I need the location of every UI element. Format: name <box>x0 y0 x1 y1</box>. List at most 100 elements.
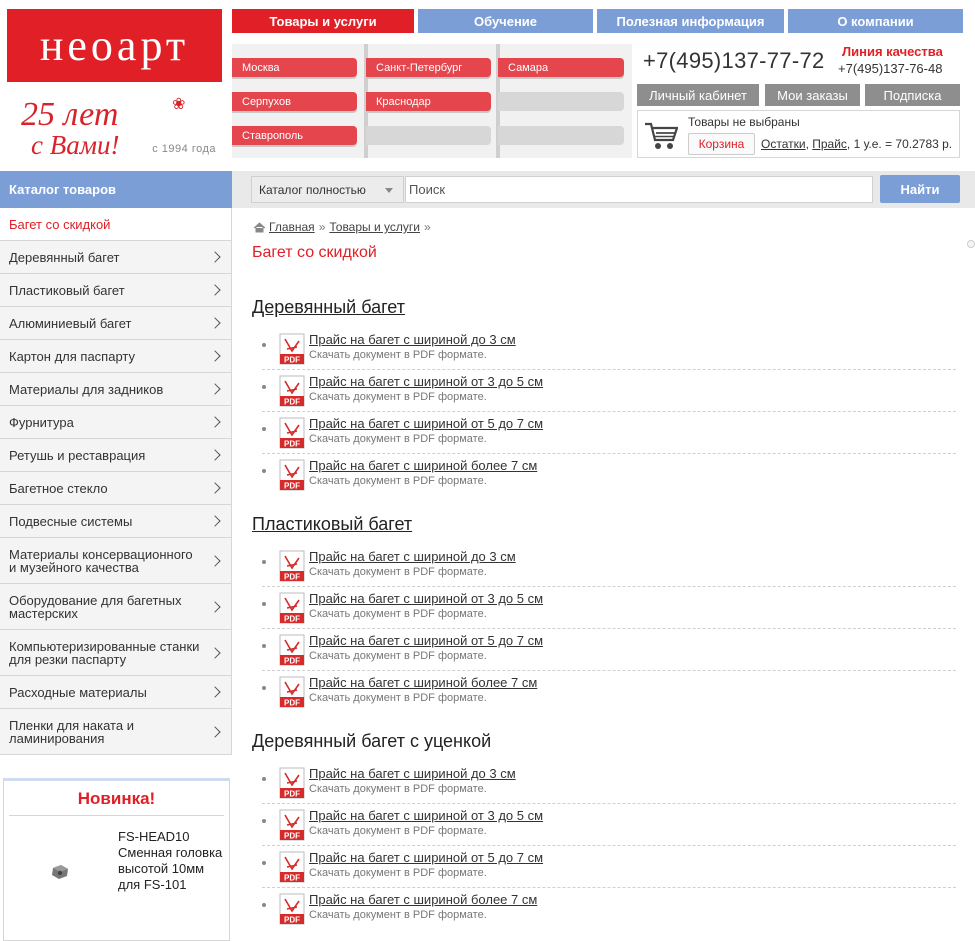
bullet <box>262 861 266 865</box>
pdf-icon[interactable]: PDF <box>279 634 305 666</box>
chevron-right-icon <box>209 554 221 567</box>
sidebar-item-frame-glass[interactable]: Багетное стекло <box>0 472 231 505</box>
nav-useful-info[interactable]: Полезная информация <box>597 9 784 33</box>
chevron-right-icon <box>209 600 221 613</box>
breadcrumb-products[interactable]: Товары и услуги <box>329 220 420 234</box>
nav-about[interactable]: О компании <box>788 9 963 33</box>
price-doc-link[interactable]: Прайс на багет с шириной до 3 см <box>309 549 516 564</box>
chevron-down-icon <box>385 188 393 193</box>
subscribe-button[interactable]: Подписка <box>865 84 960 106</box>
pdf-icon[interactable]: PDF <box>279 417 305 449</box>
sidebar-item-hanging-systems[interactable]: Подвесные системы <box>0 505 231 538</box>
sidebar-item-retouch-restoration[interactable]: Ретушь и реставрация <box>0 439 231 472</box>
pdf-icon[interactable]: PDF <box>279 333 305 365</box>
cart-icon <box>645 122 678 149</box>
city-serpukhov[interactable]: Серпухов <box>232 92 357 111</box>
price-doc-link[interactable]: Прайс на багет с шириной до 3 см <box>309 766 516 781</box>
pdf-icon[interactable]: PDF <box>279 459 305 491</box>
sidebar-item-discount-baguette[interactable]: Багет со скидкой <box>0 208 231 241</box>
sidebar-item-wooden-baguette[interactable]: Деревянный багет <box>0 241 231 274</box>
pdf-icon[interactable]: PDF <box>279 592 305 624</box>
new-product-box: Новинка! FS-HEAD10 Сменная головка высот… <box>3 778 230 941</box>
price-doc-link[interactable]: Прайс на багет с шириной от 5 до 7 см <box>309 633 543 648</box>
doc-description: Скачать документ в PDF формате. <box>309 692 487 704</box>
price-doc-link[interactable]: Прайс на багет с шириной более 7 см <box>309 892 537 907</box>
sidebar-item-workshop-equipment[interactable]: Оборудование для багетных мастерских <box>0 584 231 630</box>
pdf-icon[interactable]: PDF <box>279 809 305 841</box>
price-link[interactable]: Прайс <box>812 137 847 151</box>
bullet <box>262 903 266 907</box>
price-doc-link[interactable]: Прайс на багет с шириной от 3 до 5 см <box>309 374 543 389</box>
bullet <box>262 427 266 431</box>
section-title-wooden[interactable]: Деревянный багет <box>252 297 405 318</box>
pdf-icon[interactable]: PDF <box>279 375 305 407</box>
account-button[interactable]: Личный кабинет <box>637 84 759 106</box>
my-orders-button[interactable]: Мои заказы <box>765 84 860 106</box>
cart-button[interactable]: Корзина <box>688 133 755 155</box>
sidebar-item-plastic-baguette[interactable]: Пластиковый багет <box>0 274 231 307</box>
search-button[interactable]: Найти <box>880 175 960 203</box>
sidebar-item-fittings[interactable]: Фурнитура <box>0 406 231 439</box>
chevron-right-icon <box>209 284 221 296</box>
list-item: PDF Прайс на багет с шириной до 3 см Ска… <box>262 545 956 587</box>
city-slot-empty <box>498 92 624 111</box>
city-spb[interactable]: Санкт-Петербург <box>366 58 491 77</box>
sidebar-item-passepartout-board[interactable]: Картон для паспарту <box>0 340 231 373</box>
main-phone[interactable]: +7(495)137-77-72 <box>643 48 825 74</box>
pdf-icon[interactable]: PDF <box>279 550 305 582</box>
logo-wordmark: неоарт <box>7 9 222 82</box>
chevron-right-icon <box>209 646 221 659</box>
nav-training[interactable]: Обучение <box>418 9 593 33</box>
sidebar-item-computerized-cutters[interactable]: Компьютеризированные станки для резки па… <box>0 630 231 676</box>
city-samara[interactable]: Самара <box>498 58 624 77</box>
bullet <box>262 343 266 347</box>
product-thumbnail[interactable] <box>50 864 70 880</box>
breadcrumb-home[interactable]: Главная <box>269 220 315 234</box>
price-doc-link[interactable]: Прайс на багет с шириной до 3 см <box>309 332 516 347</box>
price-doc-link[interactable]: Прайс на багет с шириной более 7 см <box>309 458 537 473</box>
price-doc-link[interactable]: Прайс на багет с шириной от 3 до 5 см <box>309 808 543 823</box>
svg-text:PDF: PDF <box>284 916 300 925</box>
logo-slogan: 25 лет с Вами! ❀ с 1994 года <box>7 82 222 160</box>
doc-description: Скачать документ в PDF формате. <box>309 391 487 403</box>
search-input[interactable] <box>405 176 873 203</box>
chevron-right-icon <box>209 251 221 263</box>
section-title-wooden-markdown: Деревянный багет с уценкой <box>252 731 492 751</box>
chevron-right-icon <box>209 350 221 362</box>
list-item: PDF Прайс на багет с шириной от 5 до 7 с… <box>262 412 956 454</box>
new-product-name[interactable]: FS-HEAD10 Сменная головка высотой 10мм д… <box>118 829 223 893</box>
catalog-header[interactable]: Каталог товаров <box>0 171 232 208</box>
nav-products[interactable]: Товары и услуги <box>232 9 414 33</box>
svg-text:PDF: PDF <box>284 482 300 491</box>
pdf-icon[interactable]: PDF <box>279 767 305 799</box>
price-doc-link[interactable]: Прайс на багет с шириной более 7 см <box>309 675 537 690</box>
sidebar-item-aluminium-baguette[interactable]: Алюминиевый багет <box>0 307 231 340</box>
search-scope-value: Каталог полностью <box>259 182 366 197</box>
sidebar-item-backing-materials[interactable]: Материалы для задников <box>0 373 231 406</box>
city-moscow[interactable]: Москва <box>232 58 357 77</box>
city-stavropol[interactable]: Ставрополь <box>232 126 357 145</box>
search-scope-select[interactable]: Каталог полностью <box>251 176 404 203</box>
svg-text:PDF: PDF <box>284 790 300 799</box>
quality-line-phone[interactable]: +7(495)137-76-48 <box>838 61 942 76</box>
price-doc-link[interactable]: Прайс на багет с шириной от 3 до 5 см <box>309 591 543 606</box>
price-doc-link[interactable]: Прайс на багет с шириной от 5 до 7 см <box>309 416 543 431</box>
section-title-plastic[interactable]: Пластиковый багет <box>252 514 412 535</box>
pdf-icon[interactable]: PDF <box>279 676 305 708</box>
list-item: PDF Прайс на багет с шириной более 7 см … <box>262 671 956 713</box>
price-doc-link[interactable]: Прайс на багет с шириной от 5 до 7 см <box>309 850 543 865</box>
logo[interactable]: неоарт 25 лет с Вами! ❀ с 1994 года <box>7 9 222 160</box>
chevron-right-icon <box>209 686 221 698</box>
city-krasnodar[interactable]: Краснодар <box>366 92 491 111</box>
pdf-icon[interactable]: PDF <box>279 851 305 883</box>
svg-text:PDF: PDF <box>284 832 300 841</box>
sidebar-item-laminating-films[interactable]: Пленки для наката и ламинирования <box>0 709 231 755</box>
sidebar-item-consumables[interactable]: Расходные материалы <box>0 676 231 709</box>
scroll-indicator[interactable] <box>967 240 975 248</box>
chevron-right-icon <box>209 449 221 461</box>
doc-description: Скачать документ в PDF формате. <box>309 867 487 879</box>
stock-link[interactable]: Остатки <box>761 137 806 151</box>
pdf-icon[interactable]: PDF <box>279 893 305 925</box>
sidebar-item-conservation-materials[interactable]: Материалы консервационного и музейного к… <box>0 538 231 584</box>
list-item: PDF Прайс на багет с шириной более 7 см … <box>262 454 956 496</box>
